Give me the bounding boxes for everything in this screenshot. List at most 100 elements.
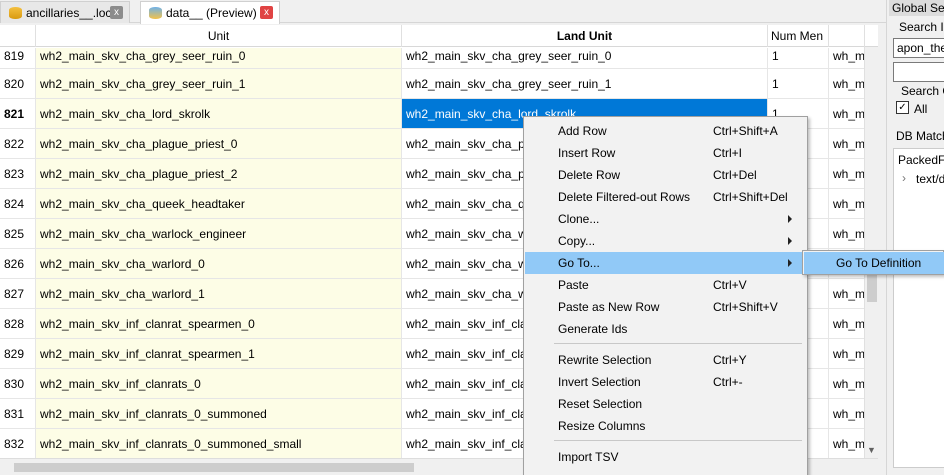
unit-cell[interactable]: wh2_main_skv_cha_queek_headtaker bbox=[36, 189, 402, 219]
row-number[interactable]: 829 bbox=[0, 339, 36, 369]
row-number[interactable]: 822 bbox=[0, 129, 36, 159]
database-icon bbox=[9, 6, 22, 20]
unit-cell[interactable]: wh2_main_skv_cha_plague_priest_0 bbox=[36, 129, 402, 159]
menu-item-import-tsv[interactable]: Import TSV bbox=[525, 446, 806, 468]
row-number-header[interactable] bbox=[0, 25, 36, 47]
column-header-num-men[interactable]: Num Men bbox=[768, 25, 829, 47]
close-icon[interactable]: x bbox=[260, 6, 273, 19]
menu-separator bbox=[554, 343, 802, 344]
next-cell[interactable]: wh_m bbox=[829, 369, 865, 399]
tree-root[interactable]: PackedFile bbox=[898, 153, 944, 167]
menu-item-go-to[interactable]: Go To... bbox=[525, 252, 806, 274]
tree-child[interactable]: text/d bbox=[916, 172, 944, 186]
menu-item-delete-filtered-out-rows[interactable]: Delete Filtered-out Rows Ctrl+Shift+Del bbox=[525, 186, 806, 208]
menu-item-label: Generate Ids bbox=[558, 322, 628, 336]
next-cell[interactable]: wh_m bbox=[829, 189, 865, 219]
menu-item-rewrite-selection[interactable]: Rewrite Selection Ctrl+Y bbox=[525, 349, 806, 371]
column-header-next[interactable] bbox=[829, 25, 865, 47]
close-icon[interactable]: x bbox=[110, 6, 123, 19]
all-label: All bbox=[914, 102, 928, 116]
next-cell[interactable]: wh_m bbox=[829, 339, 865, 369]
menu-item-shortcut: Ctrl+Y bbox=[713, 353, 747, 367]
next-cell[interactable]: wh_m bbox=[829, 69, 865, 99]
unit-cell[interactable]: wh2_main_skv_cha_warlock_engineer bbox=[36, 219, 402, 249]
unit-cell[interactable]: wh2_main_skv_cha_warlord_1 bbox=[36, 279, 402, 309]
column-header-unit[interactable]: Unit bbox=[36, 25, 402, 47]
chevron-right-icon[interactable]: › bbox=[902, 171, 906, 185]
menu-item-paste-as-new-row[interactable]: Paste as New Row Ctrl+Shift+V bbox=[525, 296, 806, 318]
unit-cell[interactable]: wh2_main_skv_inf_clanrats_0_summoned bbox=[36, 399, 402, 429]
replace-input[interactable] bbox=[893, 62, 944, 82]
row-number[interactable]: 819 bbox=[0, 48, 36, 69]
menu-item-label: Import TSV bbox=[558, 450, 619, 464]
menu-item-label: Paste as New Row bbox=[558, 300, 660, 314]
go-to-submenu: Go To Definition bbox=[802, 250, 944, 275]
row-number[interactable]: 831 bbox=[0, 399, 36, 429]
menu-item-clone[interactable]: Clone... bbox=[525, 208, 806, 230]
menu-item-insert-row[interactable]: Insert Row Ctrl+I bbox=[525, 142, 806, 164]
unit-cell[interactable]: wh2_main_skv_inf_clanrats_0 bbox=[36, 369, 402, 399]
menu-item-label: Resize Columns bbox=[558, 419, 646, 433]
go-to-definition-item[interactable]: Go To Definition bbox=[804, 252, 944, 274]
next-cell[interactable]: wh_m bbox=[829, 309, 865, 339]
db-matches-label: DB Matches bbox=[896, 129, 944, 143]
row-number[interactable]: 828 bbox=[0, 309, 36, 339]
menu-item-label: Reset Selection bbox=[558, 397, 643, 411]
unit-cell[interactable]: wh2_main_skv_cha_grey_seer_ruin_1 bbox=[36, 69, 402, 99]
menu-item-label: Invert Selection bbox=[558, 375, 641, 389]
submenu-arrow-icon bbox=[788, 237, 792, 245]
next-cell[interactable]: wh_m bbox=[829, 219, 865, 249]
menu-item-invert-selection[interactable]: Invert Selection Ctrl+- bbox=[525, 371, 806, 393]
unit-cell[interactable]: wh2_main_skv_cha_plague_priest_2 bbox=[36, 159, 402, 189]
row-number[interactable]: 832 bbox=[0, 429, 36, 458]
matches-tree: PackedFile › text/d bbox=[893, 148, 944, 468]
row-number[interactable]: 821 bbox=[0, 99, 36, 129]
tab-label: ancillaries__.loc bbox=[26, 5, 112, 20]
menu-item-reset-selection[interactable]: Reset Selection bbox=[525, 393, 806, 415]
menu-item-generate-ids[interactable]: Generate Ids bbox=[525, 318, 806, 340]
next-cell[interactable]: wh_m bbox=[829, 48, 865, 69]
menu-item-resize-columns[interactable]: Resize Columns bbox=[525, 415, 806, 437]
row-number[interactable]: 823 bbox=[0, 159, 36, 189]
unit-cell[interactable]: wh2_main_skv_cha_lord_skrolk bbox=[36, 99, 402, 129]
next-cell[interactable]: wh_m bbox=[829, 279, 865, 309]
next-cell[interactable]: wh_m bbox=[829, 399, 865, 429]
menu-item-copy[interactable]: Copy... bbox=[525, 230, 806, 252]
tab-bar: ancillaries__.loc x data__ (Preview) x bbox=[0, 0, 886, 24]
menu-item-delete-row[interactable]: Delete Row Ctrl+Del bbox=[525, 164, 806, 186]
scroll-thumb[interactable] bbox=[14, 463, 414, 472]
land-unit-cell[interactable]: wh2_main_skv_cha_grey_seer_ruin_0 bbox=[402, 48, 768, 69]
menu-item-paste[interactable]: Paste Ctrl+V bbox=[525, 274, 806, 296]
row-number[interactable]: 830 bbox=[0, 369, 36, 399]
panel-title: Global Search bbox=[889, 0, 944, 16]
table-row[interactable]: 820 wh2_main_skv_cha_grey_seer_ruin_1 wh2_… bbox=[0, 69, 878, 99]
menu-item-label: Delete Filtered-out Rows bbox=[558, 190, 691, 204]
menu-item-add-row[interactable]: Add Row Ctrl+Shift+A bbox=[525, 120, 806, 142]
row-number[interactable]: 825 bbox=[0, 219, 36, 249]
num-men-cell[interactable]: 1 bbox=[768, 69, 829, 99]
next-cell[interactable]: wh_m bbox=[829, 99, 865, 129]
row-number[interactable]: 826 bbox=[0, 249, 36, 279]
next-cell[interactable]: wh_m bbox=[829, 129, 865, 159]
row-number[interactable]: 824 bbox=[0, 189, 36, 219]
next-cell[interactable]: wh_m bbox=[829, 429, 865, 458]
menu-item-shortcut: Ctrl+Shift+V bbox=[713, 300, 778, 314]
row-number[interactable]: 827 bbox=[0, 279, 36, 309]
menu-item-label: Copy... bbox=[558, 234, 596, 248]
search-input[interactable]: apon_the_ bbox=[893, 38, 944, 58]
tab-ancillaries-loc[interactable]: ancillaries__.loc x bbox=[0, 1, 130, 23]
column-header-land-unit[interactable]: Land Unit bbox=[402, 25, 768, 47]
next-cell[interactable]: wh_m bbox=[829, 159, 865, 189]
all-checkbox[interactable]: ✓ bbox=[896, 101, 909, 114]
unit-cell[interactable]: wh2_main_skv_inf_clanrat_spearmen_1 bbox=[36, 339, 402, 369]
unit-cell[interactable]: wh2_main_skv_inf_clanrats_0_summoned_sma… bbox=[36, 429, 402, 458]
tab-data-preview[interactable]: data__ (Preview) x bbox=[140, 1, 280, 24]
submenu-arrow-icon bbox=[788, 215, 792, 223]
num-men-cell[interactable]: 1 bbox=[768, 48, 829, 69]
unit-cell[interactable]: wh2_main_skv_cha_grey_seer_ruin_0 bbox=[36, 48, 402, 69]
land-unit-cell[interactable]: wh2_main_skv_cha_grey_seer_ruin_1 bbox=[402, 69, 768, 99]
unit-cell[interactable]: wh2_main_skv_inf_clanrat_spearmen_0 bbox=[36, 309, 402, 339]
unit-cell[interactable]: wh2_main_skv_cha_warlord_0 bbox=[36, 249, 402, 279]
scroll-down-icon[interactable]: ▼ bbox=[867, 445, 876, 455]
row-number[interactable]: 820 bbox=[0, 69, 36, 99]
